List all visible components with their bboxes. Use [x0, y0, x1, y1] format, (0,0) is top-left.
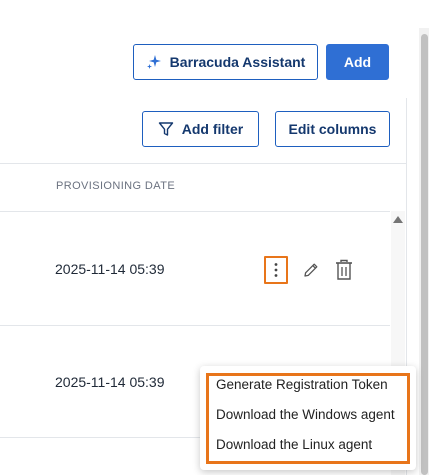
sparkle-icon [146, 54, 162, 70]
barracuda-assistant-button[interactable]: Barracuda Assistant [133, 44, 318, 80]
edit-columns-button[interactable]: Edit columns [275, 111, 390, 147]
barracuda-assistant-label: Barracuda Assistant [169, 54, 306, 70]
table-divider [0, 163, 406, 164]
table-divider [0, 325, 390, 326]
column-header-provisioning-date[interactable]: PROVISIONING DATE [56, 180, 175, 192]
funnel-icon [158, 121, 174, 137]
table-divider [0, 211, 390, 212]
menu-item-download-windows-agent[interactable]: Download the Windows agent [216, 407, 395, 422]
kebab-icon[interactable] [264, 256, 288, 284]
add-button-label: Add [343, 54, 372, 70]
table-divider [0, 437, 200, 438]
table-cell-provisioning-date: 2025-11-14 05:39 [55, 374, 165, 390]
row-actions [264, 256, 354, 284]
add-button[interactable]: Add [326, 44, 389, 80]
page: Barracuda Assistant Add Add filter Edit … [0, 0, 429, 475]
trash-icon[interactable] [334, 259, 354, 281]
page-scrollbar-thumb[interactable] [421, 34, 428, 475]
menu-item-generate-registration-token[interactable]: Generate Registration Token [216, 377, 388, 392]
add-filter-button[interactable]: Add filter [142, 111, 259, 147]
edit-columns-label: Edit columns [288, 121, 377, 137]
pencil-icon[interactable] [302, 261, 320, 279]
scroll-up-arrow-icon[interactable] [393, 216, 403, 223]
add-filter-label: Add filter [181, 121, 244, 137]
table-cell-provisioning-date: 2025-11-14 05:39 [55, 261, 165, 277]
menu-item-download-linux-agent[interactable]: Download the Linux agent [216, 437, 372, 452]
